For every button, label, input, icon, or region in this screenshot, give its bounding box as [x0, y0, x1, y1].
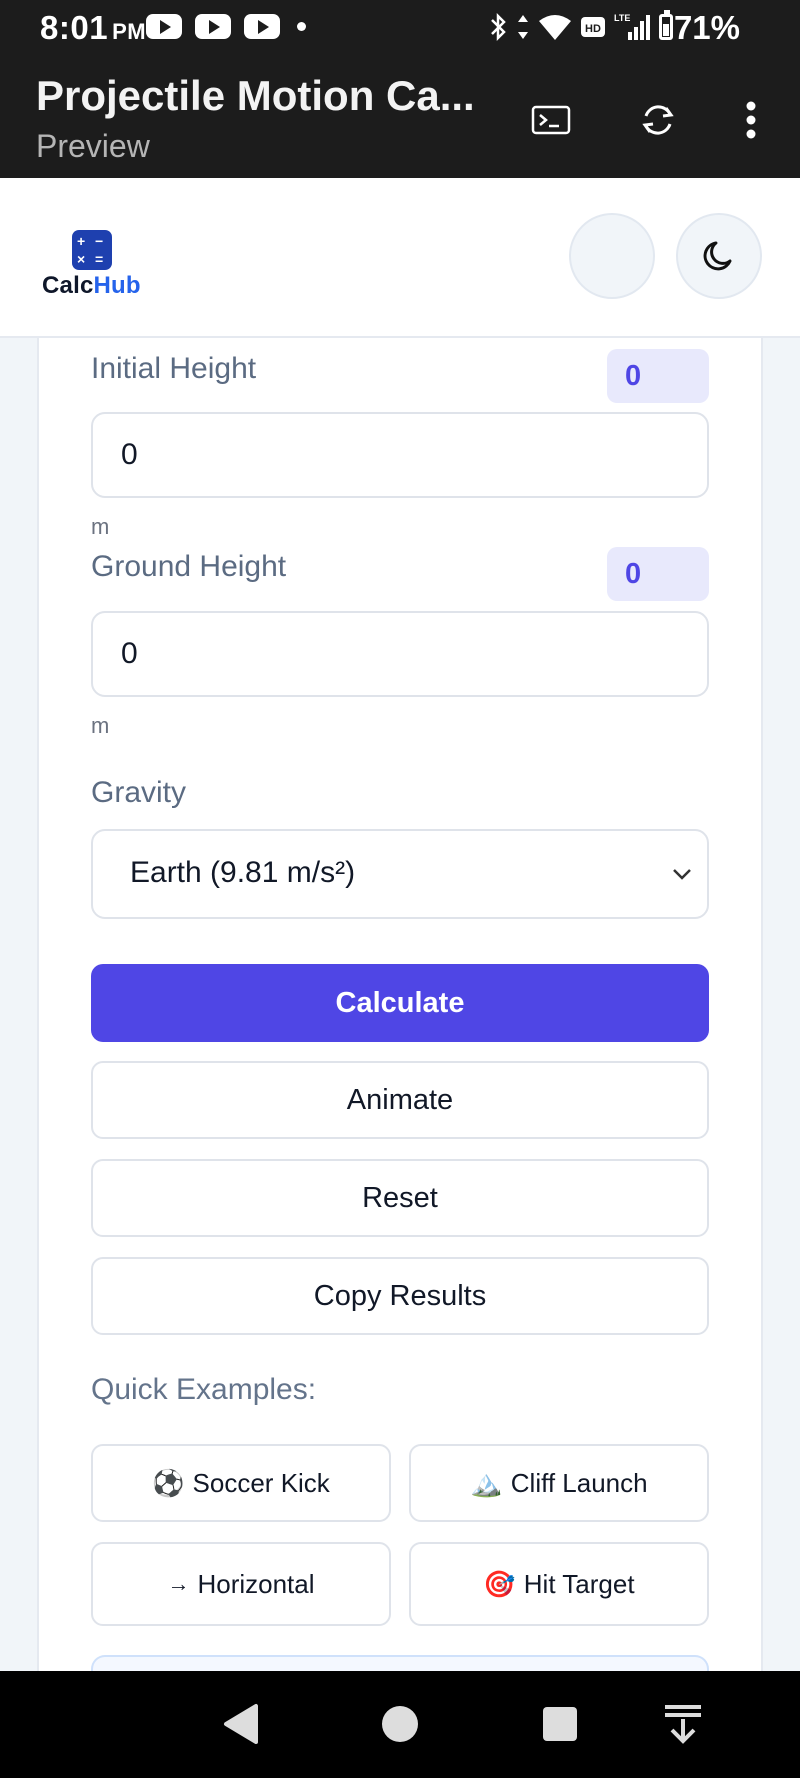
hd-icon: HD: [581, 17, 605, 37]
animate-button[interactable]: Animate: [91, 1061, 709, 1139]
terminal-icon[interactable]: [527, 96, 575, 144]
initial-height-input[interactable]: [91, 412, 709, 498]
youtube-icon: [244, 14, 280, 39]
soccer-ball-icon: ⚽: [152, 1468, 185, 1498]
initial-height-badge: 0: [607, 349, 709, 403]
keyboard-hide-icon[interactable]: [660, 1701, 706, 1747]
refresh-icon[interactable]: [634, 96, 682, 144]
youtube-icon: [195, 14, 231, 39]
example-cliff-launch-button[interactable]: 🏔️ Cliff Launch: [409, 1444, 709, 1522]
status-time: 8:01 PM: [40, 9, 147, 46]
target-icon: 🎯: [483, 1569, 516, 1599]
example-label: Cliff Launch: [510, 1467, 648, 1498]
mountain-icon: 🏔️: [470, 1468, 503, 1498]
wifi-icon: [539, 15, 571, 40]
status-bar: 8:01 PM HD LTE 71%: [0, 0, 800, 58]
data-arrows-icon: [518, 15, 528, 39]
svg-text:HD: HD: [585, 23, 601, 35]
initial-height-unit: m: [91, 514, 110, 539]
reset-button[interactable]: Reset: [91, 1159, 709, 1237]
quick-examples-title: Quick Examples:: [91, 1373, 317, 1406]
example-label: Soccer Kick: [192, 1467, 330, 1498]
calchub-logo[interactable]: + − × = CalcHub: [42, 230, 144, 300]
dot-icon: [297, 22, 306, 31]
bluetooth-icon: [491, 12, 506, 42]
gravity-select[interactable]: Earth (9.81 m/s²): [91, 829, 709, 919]
battery-percent: 71%: [673, 9, 740, 46]
home-icon[interactable]: [377, 1701, 423, 1747]
ground-height-badge: 0: [607, 547, 709, 601]
app-title: Projectile Motion Ca...: [36, 72, 475, 119]
navigation-bar: [0, 1671, 800, 1778]
example-horizontal-button[interactable]: → Horizontal: [91, 1542, 391, 1626]
more-vert-icon[interactable]: [727, 96, 775, 144]
calculator-icon: + − × =: [72, 230, 112, 270]
notification-icons: [146, 14, 306, 39]
calculate-button[interactable]: Calculate: [91, 964, 709, 1042]
chevron-down-icon: [673, 869, 691, 880]
right-arrow-icon: →: [167, 1571, 190, 1596]
ground-height-label: Ground Height: [91, 550, 287, 583]
app-bar: Projectile Motion Ca... Preview: [0, 58, 800, 178]
logo-text: CalcHub: [42, 272, 141, 299]
site-header: + − × = CalcHub: [0, 178, 800, 338]
youtube-icon: [146, 14, 182, 39]
lte-signal-icon: LTE: [614, 13, 650, 40]
moon-icon: [703, 241, 732, 271]
ground-height-unit: m: [91, 713, 110, 738]
initial-height-label: Initial Height: [91, 352, 257, 385]
app-subtitle: Preview: [36, 128, 150, 164]
example-label: Horizontal: [197, 1568, 315, 1599]
dark-mode-toggle[interactable]: [676, 213, 762, 299]
gravity-label: Gravity: [91, 776, 187, 809]
back-icon[interactable]: [218, 1701, 264, 1747]
blank-circle-button[interactable]: [569, 213, 655, 299]
svg-text:LTE: LTE: [614, 13, 630, 23]
gravity-selected-value: Earth (9.81 m/s²): [130, 856, 356, 889]
ground-height-input[interactable]: [91, 611, 709, 697]
recents-icon[interactable]: [537, 1701, 583, 1747]
example-label: Hit Target: [523, 1568, 635, 1599]
battery-icon: [659, 10, 673, 40]
example-hit-target-button[interactable]: 🎯 Hit Target: [409, 1542, 709, 1626]
example-soccer-kick-button[interactable]: ⚽ Soccer Kick: [91, 1444, 391, 1522]
system-icons: HD LTE: [488, 12, 654, 42]
copy-results-button[interactable]: Copy Results: [91, 1257, 709, 1335]
